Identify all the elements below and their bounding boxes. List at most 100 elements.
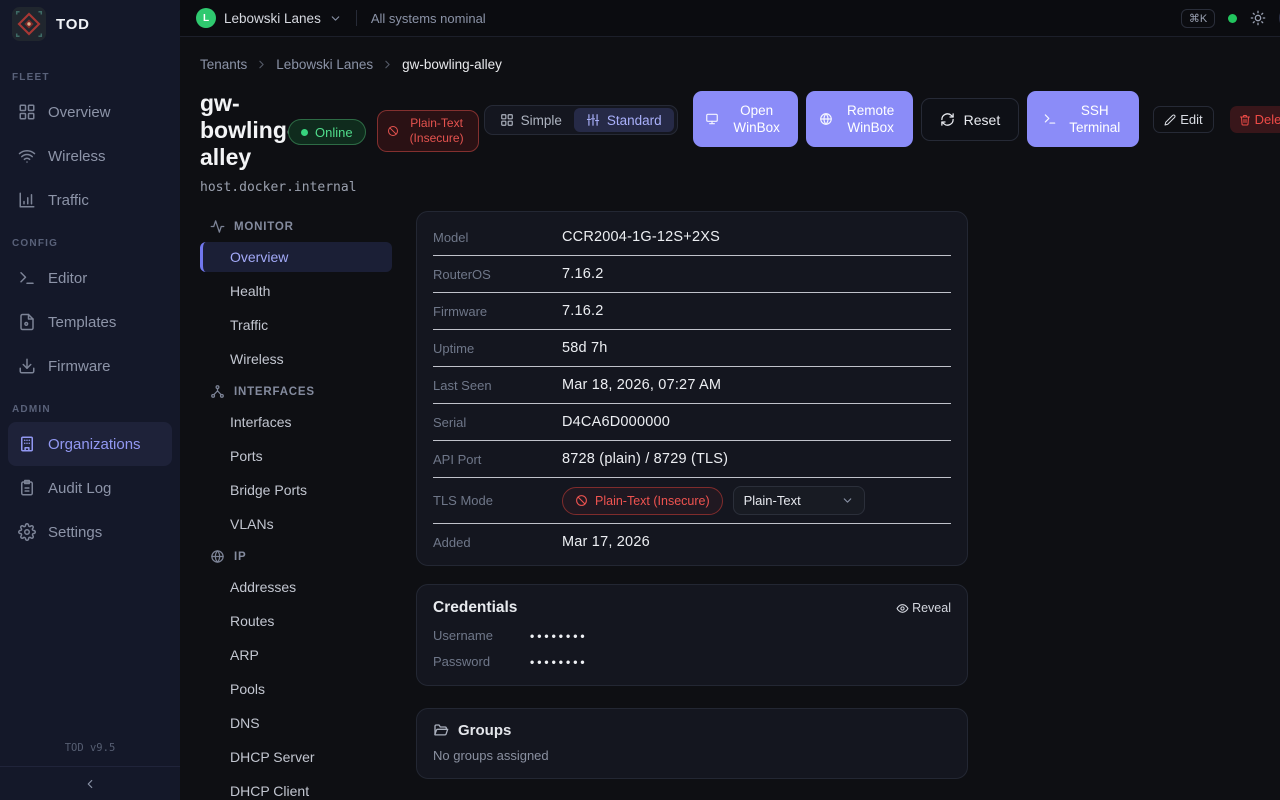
ssh-terminal-button[interactable]: SSH Terminal (1027, 91, 1139, 147)
chevron-right-icon (255, 58, 268, 71)
org-switcher[interactable]: L Lebowski Lanes (196, 8, 342, 28)
detail-label: Uptime (433, 341, 562, 356)
view-toggle-simple[interactable]: Simple (488, 108, 574, 132)
ban-icon (387, 125, 399, 137)
remote-winbox-label: Remote WinBox (842, 102, 900, 136)
page-title: gw-bowling-alley (200, 90, 286, 171)
panels-column: ModelCCR2004-1G-12S+2XSRouterOS7.16.2Fir… (416, 211, 968, 779)
open-winbox-button[interactable]: Open WinBox (693, 91, 798, 147)
subnav-item-dhcp-server[interactable]: DHCP Server (200, 740, 392, 774)
detail-value: CCR2004-1G-12S+2XS (562, 229, 720, 245)
detail-value: Mar 18, 2026, 07:27 AM (562, 377, 721, 393)
status-badge-label: Online (315, 125, 353, 140)
sun-icon[interactable] (1250, 10, 1266, 26)
subnav-item-arp[interactable]: ARP (200, 638, 392, 672)
reset-label: Reset (964, 112, 1001, 128)
detail-value: Mar 17, 2026 (562, 534, 650, 550)
sidebar-collapse-button[interactable] (0, 766, 180, 800)
credential-row-password: Password•••••••• (433, 654, 951, 669)
edit-label: Edit (1180, 112, 1202, 127)
ssh-terminal-label: SSH Terminal (1066, 102, 1124, 136)
subnav-item-dns[interactable]: DNS (200, 706, 392, 740)
detail-row-last-seen: Last SeenMar 18, 2026, 07:27 AM (417, 367, 967, 404)
reset-button[interactable]: Reset (921, 98, 1020, 141)
sidebar-item-firmware[interactable]: Firmware (8, 344, 172, 388)
subnav-item-routes[interactable]: Routes (200, 604, 392, 638)
topbar-divider (356, 10, 357, 26)
credentials-title: Credentials (433, 599, 517, 617)
sidebar-item-label: Organizations (48, 436, 141, 453)
tls-mode-select[interactable]: Plain-Text (733, 486, 865, 515)
sidebar-item-organizations[interactable]: Organizations (8, 422, 172, 466)
sidebar-item-label: Templates (48, 314, 116, 331)
page-content: TenantsLebowski Lanesgw-bowling-alley gw… (180, 37, 1280, 800)
subnav-item-pools[interactable]: Pools (200, 672, 392, 706)
sidebar-item-label: Overview (48, 104, 111, 121)
breadcrumb: TenantsLebowski Lanesgw-bowling-alley (200, 57, 1280, 72)
sidebar-item-traffic[interactable]: Traffic (8, 178, 172, 222)
subnav-item-wireless[interactable]: Wireless (200, 342, 392, 376)
detail-label: Serial (433, 415, 562, 430)
sidebar-item-label: Audit Log (48, 480, 111, 497)
clipboard-icon (18, 479, 36, 497)
subnav-item-vlans[interactable]: VLANs (200, 507, 392, 541)
detail-label: Added (433, 535, 562, 550)
credentials-panel: Credentials Reveal Username•••••••• Passw… (416, 584, 968, 686)
building-icon (18, 435, 36, 453)
eye-icon (896, 602, 909, 615)
sidebar-item-label: Wireless (48, 148, 106, 165)
view-toggle-standard[interactable]: Standard (574, 108, 674, 132)
view-mode-toggle: SimpleStandard (484, 105, 678, 135)
chevron-down-icon (329, 12, 342, 25)
subnav-item-bridge-ports[interactable]: Bridge Ports (200, 473, 392, 507)
tls-badge-label: Plain-Text (Insecure) (595, 494, 710, 508)
sidebar-item-editor[interactable]: Editor (8, 256, 172, 300)
remote-winbox-button[interactable]: Remote WinBox (806, 91, 913, 147)
network-icon (210, 384, 225, 399)
subnav-item-interfaces[interactable]: Interfaces (200, 405, 392, 439)
edit-button[interactable]: Edit (1153, 106, 1213, 133)
subnav-item-health[interactable]: Health (200, 274, 392, 308)
subnav-item-addresses[interactable]: Addresses (200, 570, 392, 604)
subnav-section-monitor: MONITOR (200, 211, 392, 240)
detail-label: API Port (433, 452, 562, 467)
sidebar-section-label-fleet: FLEET (12, 72, 168, 86)
chevron-left-icon (83, 777, 97, 791)
breadcrumb-item-tenants[interactable]: Tenants (200, 57, 247, 72)
detail-row-firmware: Firmware7.16.2 (417, 293, 967, 330)
sidebar-item-audit-log[interactable]: Audit Log (8, 466, 172, 510)
sidebar-item-label: Traffic (48, 192, 89, 209)
subnav-item-overview[interactable]: Overview (200, 242, 392, 272)
credential-label: Password (433, 654, 530, 669)
subnav-item-ports[interactable]: Ports (200, 439, 392, 473)
subnav-item-traffic[interactable]: Traffic (200, 308, 392, 342)
sidebar-item-settings[interactable]: Settings (8, 510, 172, 554)
download-icon (18, 357, 36, 375)
sidebar-item-overview[interactable]: Overview (8, 90, 172, 134)
app-logo-icon (12, 7, 46, 41)
sidebar-item-wireless[interactable]: Wireless (8, 134, 172, 178)
security-badge: Plain-Text (Insecure) (377, 110, 479, 152)
sidebar-item-label: Settings (48, 524, 102, 541)
topbar: L Lebowski Lanes All systems nominal ⌘K … (180, 0, 1280, 37)
delete-label: Delete (1255, 112, 1280, 127)
terminal-icon (18, 269, 36, 287)
detail-value: 7.16.2 (562, 266, 604, 282)
subnav-item-dhcp-client[interactable]: DHCP Client (200, 774, 392, 800)
app-logo[interactable]: TOD (0, 0, 180, 48)
subnav-section-label: INTERFACES (234, 386, 315, 398)
detail-row-uptime: Uptime58d 7h (417, 330, 967, 367)
org-name: Lebowski Lanes (224, 11, 321, 26)
tls-select-value: Plain-Text (744, 493, 801, 508)
credential-row-username: Username•••••••• (433, 628, 951, 643)
delete-button[interactable]: Delete (1230, 106, 1280, 133)
sidebar-item-templates[interactable]: Templates (8, 300, 172, 344)
status-badge: Online (288, 119, 366, 145)
folder-icon (433, 723, 449, 739)
body-row: MONITOROverviewHealthTrafficWireless INTE… (200, 211, 1280, 800)
subnav-section-interfaces: INTERFACES (200, 376, 392, 405)
breadcrumb-item-lebowski-lanes[interactable]: Lebowski Lanes (276, 57, 373, 72)
health-status-dot (1228, 14, 1237, 23)
reveal-credentials-button[interactable]: Reveal (896, 601, 951, 615)
command-palette-shortcut[interactable]: ⌘K (1181, 9, 1215, 28)
